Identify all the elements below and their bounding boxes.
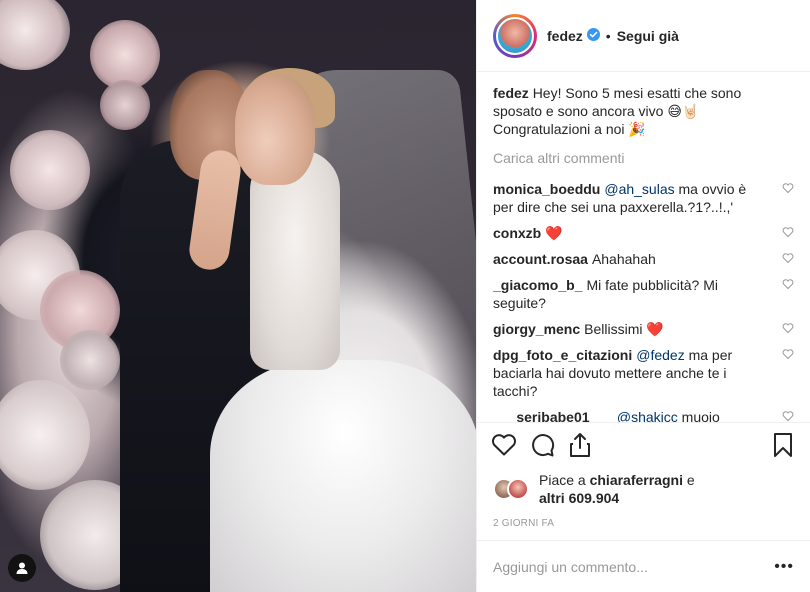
liker-avatars[interactable] <box>493 478 531 500</box>
liker-username[interactable]: chiaraferragni <box>590 472 683 488</box>
comment-username[interactable]: conxzb <box>493 225 541 241</box>
comment-username[interactable]: giorgy_menc <box>493 321 580 337</box>
comment-text: ❤️ <box>545 225 563 241</box>
likes-middle: e <box>682 472 695 488</box>
heart-outline-icon <box>492 433 516 455</box>
action-bar <box>477 422 810 466</box>
comment-button[interactable] <box>527 430 557 460</box>
flower-decor <box>0 380 90 490</box>
comment-item: giorgy_menc Bellissimi ❤️ <box>493 320 794 338</box>
user-tag-icon[interactable] <box>8 554 36 582</box>
verified-badge-icon <box>586 27 600 44</box>
header-separator: • <box>605 27 611 44</box>
caption-text: Hey! Sono 5 mesi esatti che sono sposato… <box>493 85 742 137</box>
load-more-comments-button[interactable]: Carica altri commenti <box>493 150 794 166</box>
follow-button[interactable]: Segui già <box>617 28 679 44</box>
more-options-icon[interactable]: ••• <box>774 558 794 576</box>
flower-decor <box>10 130 90 210</box>
comment-item: _giacomo_b_ Mi fate pubblicità? Mi seguit… <box>493 276 794 312</box>
comment-mention[interactable]: @shakicc <box>617 409 678 422</box>
story-ring[interactable] <box>493 13 537 58</box>
add-comment-bar: ••• <box>477 540 810 592</box>
comment-mention[interactable]: @ah_sulas <box>604 181 674 197</box>
comment-username[interactable]: dpg_foto_e_citazioni <box>493 347 632 363</box>
instagram-post: fedez • Segui già fedez Hey! Sono 5 mesi… <box>0 0 810 592</box>
comment-username[interactable]: account.rosaa <box>493 251 588 267</box>
save-button[interactable] <box>768 430 798 460</box>
dress-figure <box>210 360 476 592</box>
comment-item: dpg_foto_e_citazioni @fedez ma per baciar… <box>493 346 794 400</box>
comment-username[interactable]: ___seribabe01___ <box>493 409 613 422</box>
like-button[interactable] <box>489 430 519 460</box>
likes-count[interactable]: altri 609.904 <box>539 490 619 506</box>
small-heart-icon[interactable] <box>782 348 794 360</box>
small-heart-icon[interactable] <box>782 226 794 238</box>
likes-text: Piace a chiaraferragni e altri 609.904 <box>539 471 695 507</box>
flower-decor <box>0 0 70 70</box>
header-username[interactable]: fedez <box>547 28 583 44</box>
small-heart-icon[interactable] <box>782 278 794 290</box>
comment-username[interactable]: monica_boeddu <box>493 181 600 197</box>
share-upload-icon <box>570 432 590 457</box>
flower-decor <box>100 80 150 130</box>
small-heart-icon[interactable] <box>782 252 794 264</box>
comment-bubble-icon <box>532 433 555 456</box>
comments-section[interactable]: fedez Hey! Sono 5 mesi esatti che sono s… <box>477 72 810 422</box>
bride-head <box>235 75 315 185</box>
flower-decor <box>60 330 120 390</box>
comment-item: ___seribabe01___@shakicc muoio Cristina … <box>493 408 794 422</box>
comment-input[interactable] <box>493 558 775 575</box>
share-button[interactable] <box>565 430 595 460</box>
post-header: fedez • Segui già <box>477 0 810 72</box>
comment-mention[interactable]: @fedez <box>636 347 684 363</box>
comment-username[interactable]: _giacomo_b_ <box>493 277 582 293</box>
comment-item: account.rosaa Ahahahah <box>493 250 794 268</box>
likes-summary: Piace a chiaraferragni e altri 609.904 <box>477 466 810 510</box>
comment-text: Ahahahah <box>591 251 656 267</box>
avatar <box>507 478 529 500</box>
small-heart-icon[interactable] <box>782 182 794 194</box>
comment-text: Bellissimi ❤️ <box>584 321 664 337</box>
post-photo[interactable] <box>0 0 476 592</box>
comment-item: conxzb ❤️ <box>493 224 794 242</box>
bookmark-icon <box>774 432 792 457</box>
caption-username[interactable]: fedez <box>493 85 529 101</box>
post-timestamp[interactable]: 2 giorni fa <box>477 510 810 540</box>
post-sidebar: fedez • Segui già fedez Hey! Sono 5 mesi… <box>476 0 810 592</box>
post-caption: fedez Hey! Sono 5 mesi esatti che sono s… <box>493 84 794 138</box>
likes-prefix: Piace a <box>539 472 590 488</box>
small-heart-icon[interactable] <box>782 410 794 422</box>
small-heart-icon[interactable] <box>782 322 794 334</box>
avatar[interactable] <box>496 16 534 55</box>
comment-item: monica_boeddu @ah_sulas ma ovvio è per di… <box>493 180 794 216</box>
